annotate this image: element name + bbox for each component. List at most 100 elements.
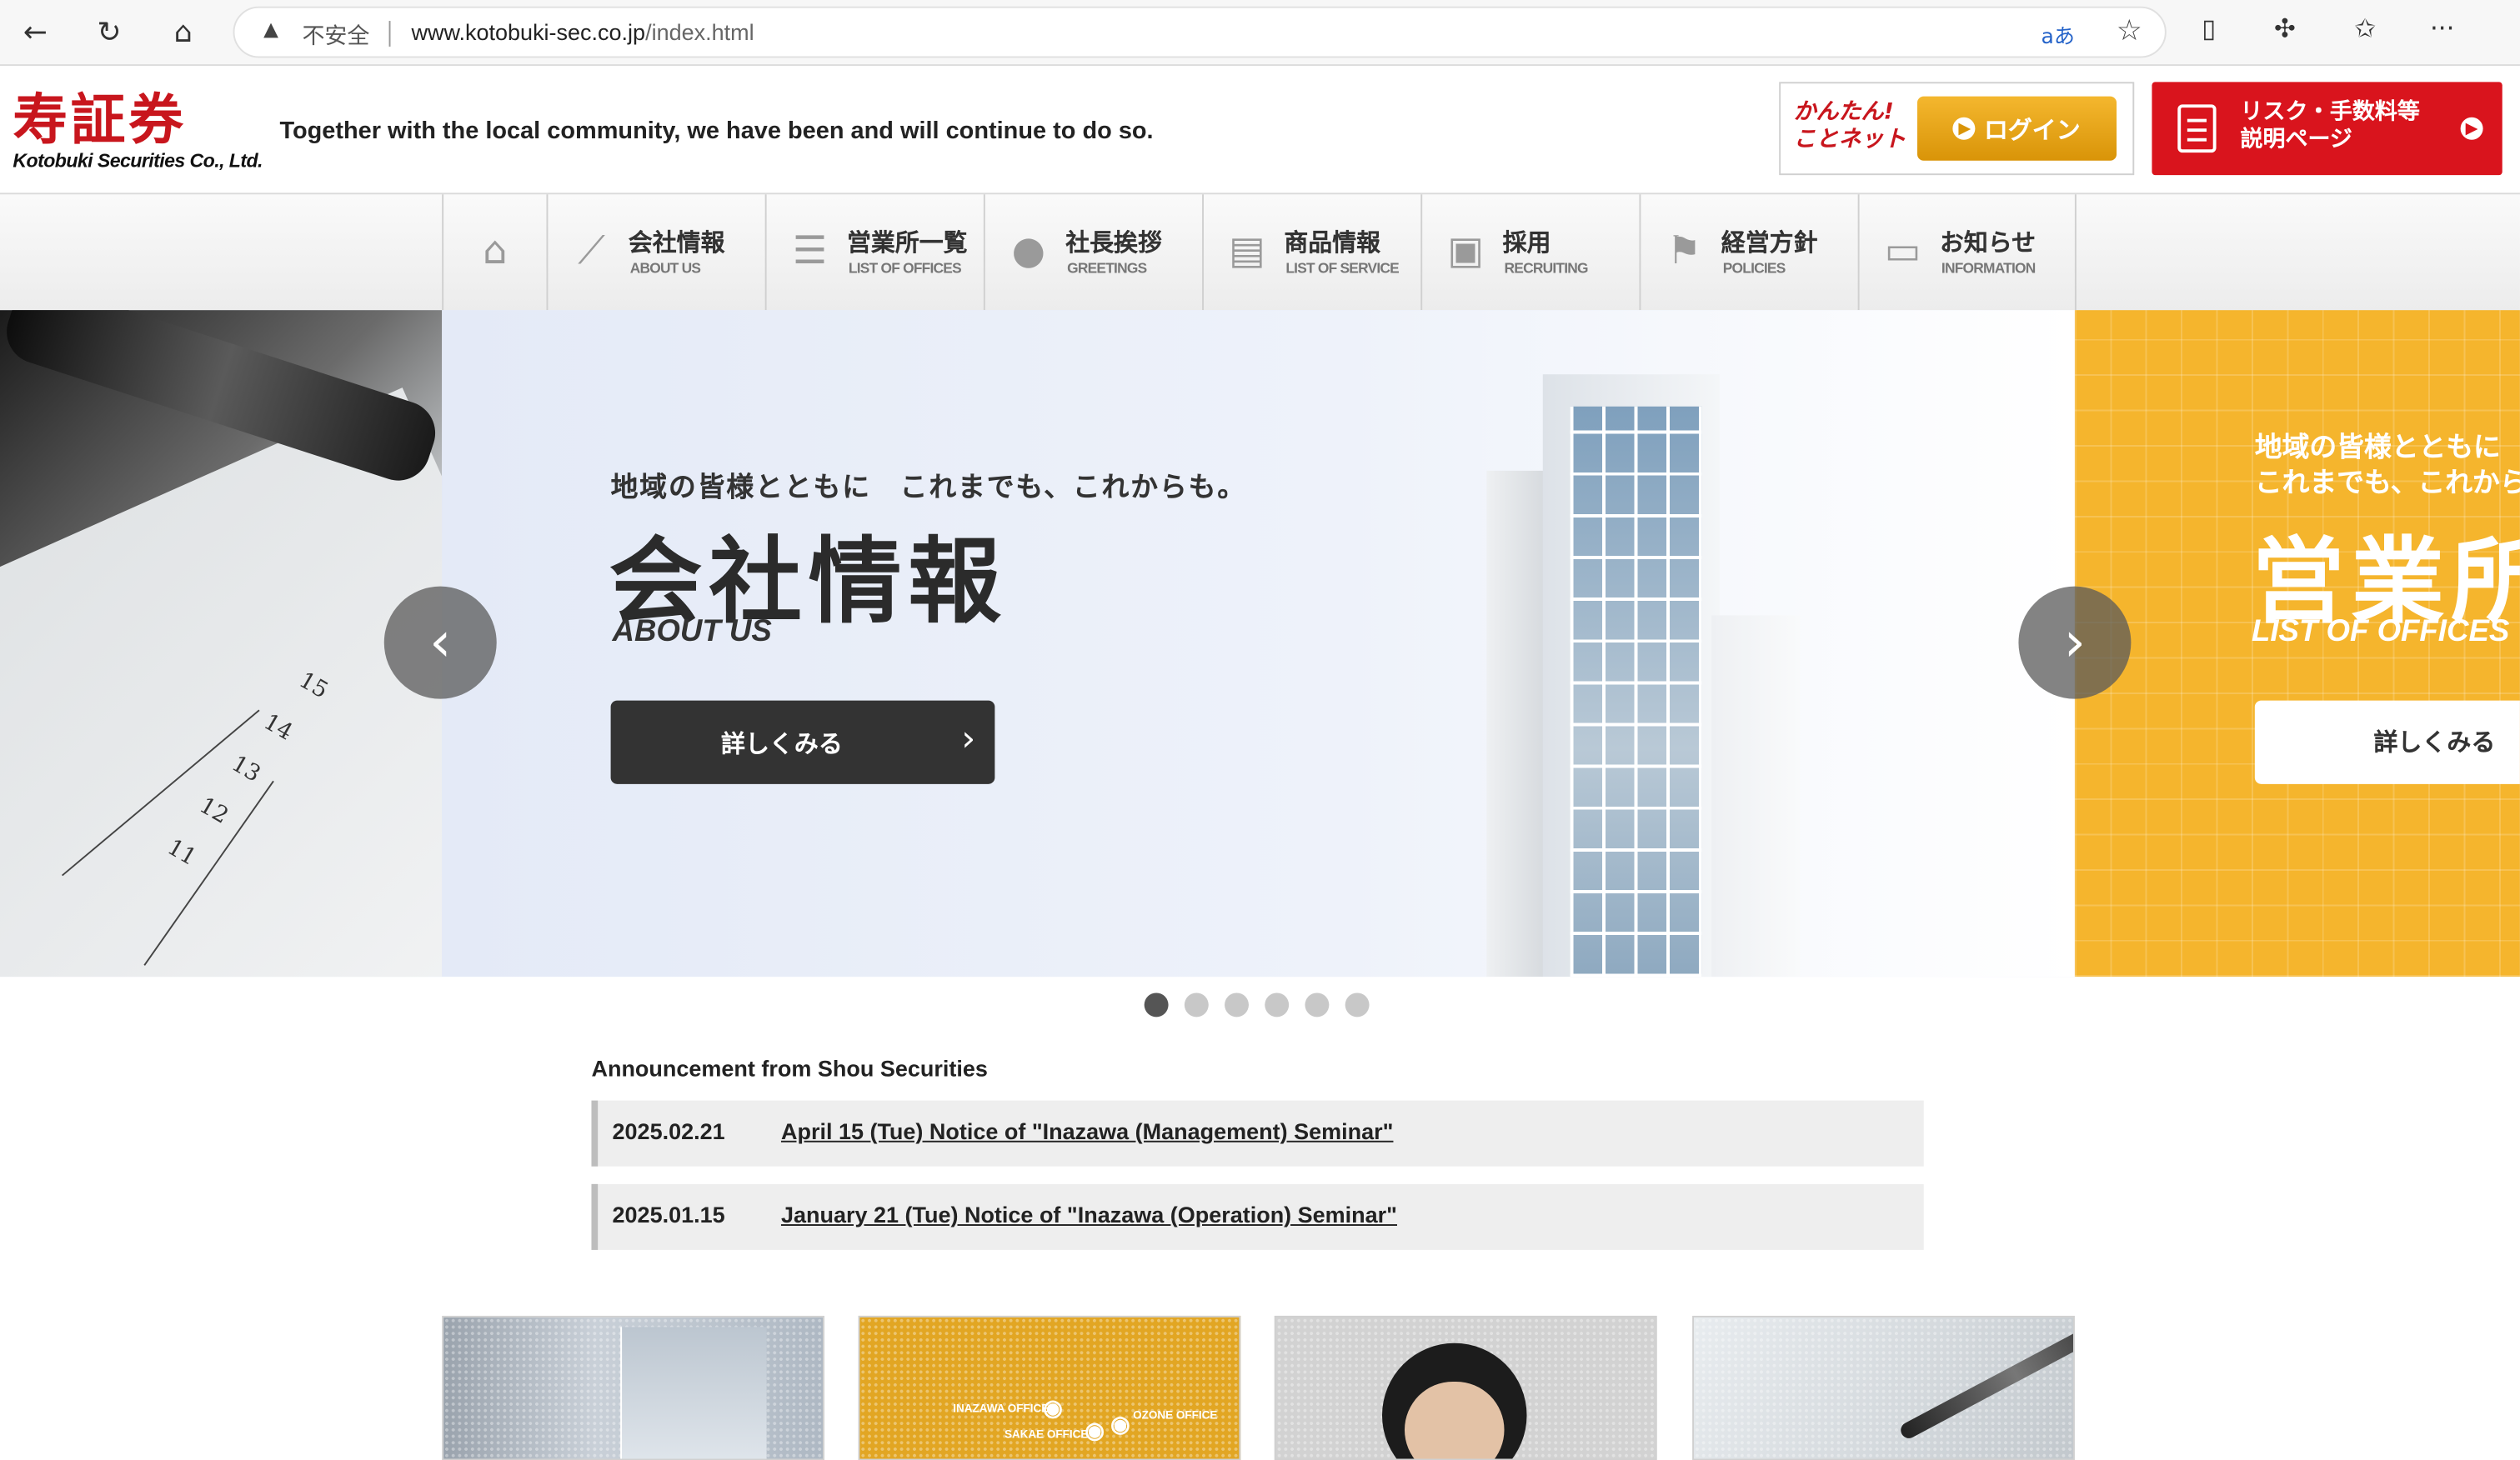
pen-image [0,310,443,489]
risk-fee-button[interactable]: リスク・手数料等 説明ページ ▶ [2152,82,2502,176]
slide-list-of-offices: 地域の皆様とともに これまでも、これから 営業所 LIST OF OFFICES… [2074,310,2520,978]
logo-english: Kotobuki Securities Co., Ltd. [13,149,263,172]
chevron-right-icon: › [2063,610,2087,675]
nav-about-us[interactable]: ⟋ 会社情報 ABOUT US [546,194,764,312]
announcement-date: 2025.02.21 [612,1118,725,1144]
browser-toolbar: ← ↻ ⌂ ▲ 不安全 www.kotobuki-sec.co.jp/index… [0,0,2520,67]
nav-home[interactable]: ⌂ [442,194,546,312]
announcement-row: 2025.02.21 April 15 (Tue) Notice of "Ina… [591,1100,1924,1167]
slide-more-button[interactable]: 詳しくみる [2254,700,2520,784]
security-status: 不安全 [302,23,370,50]
reload-icon[interactable]: ↻ [87,10,132,55]
risk-fee-label: リスク・手数料等 説明ページ [2240,100,2419,155]
nav-sublabel: LIST OF OFFICES [848,260,962,277]
warning-icon: ▲ [263,18,278,41]
carousel-dot[interactable] [1345,992,1370,1018]
announcement-link[interactable]: April 15 (Tue) Notice of "Inazawa (Manag… [781,1118,1393,1144]
slide-about-us: 地域の皆様とともに これまでも、これからも。 会社情報 ABOUT US 詳しく… [442,310,2075,978]
card-greetings[interactable] [1274,1315,1657,1460]
map-pin-icon: ◉ [1110,1410,1130,1437]
chart-paper-image [0,388,443,978]
card-overlay [1694,1317,2073,1459]
nav-label: 社長挨拶 [1065,228,1162,258]
favorite-star-icon[interactable]: ☆ [2117,14,2142,48]
address-separator [388,21,391,47]
site-header: 寿証券 Kotobuki Securities Co., Ltd. Togeth… [0,66,2520,193]
card-list-of-service[interactable] [1692,1315,2075,1460]
kantan-kotonet-box: かんたん! ことネット ▶ ログイン [1779,82,2135,176]
arrow-circle-icon: ▶ [2460,117,2483,140]
risk-line2: 説明ページ [2240,127,2352,153]
list-icon: ☰ [792,228,828,273]
nav-label: 経営方針 [1721,228,1818,258]
extensions-icon[interactable]: ✣ [2274,12,2296,43]
address-bar[interactable]: ▲ 不安全 www.kotobuki-sec.co.jp/index.html … [233,6,2167,58]
fresh-badge-icon: ▣ [1447,228,1485,273]
map-pin-icon: ◉ [1043,1394,1063,1421]
login-button[interactable]: ▶ ログイン [1916,96,2117,161]
slide-subtitle: ABOUT US [612,615,772,649]
office-label: SAKAE OFFICE [1004,1429,1089,1442]
carousel-dot[interactable] [1265,992,1290,1018]
nav-list-of-offices[interactable]: ☰ 営業所一覧 LIST OF OFFICES [764,194,984,312]
tagline: Together with the local community, we ha… [279,117,1154,145]
carousel-next-button[interactable]: › [2018,586,2132,699]
nav-sublabel: INFORMATION [1941,260,2036,277]
building-image [620,1327,767,1459]
nav-sublabel: POLICIES [1722,260,1786,277]
carousel-prev-button[interactable]: ‹ [383,586,497,699]
kantan-label-line2: ことネット [1793,127,1906,153]
read-aloud-icon[interactable]: aあ [2041,19,2074,50]
nav-information[interactable]: ▭ お知らせ INFORMATION [1857,194,2077,312]
slide-previous: 15 14 13 12 11 [0,310,443,978]
chevron-left-icon: ‹ [429,610,452,675]
home-icon[interactable]: ⌂ [161,10,206,55]
building-side [1486,470,1551,978]
map-pin-icon: ◉ [1085,1417,1105,1443]
building-annex [1711,615,1801,978]
document-icon: ▤ [1229,228,1265,273]
chevron-right-icon: › [961,719,976,760]
nav-policies[interactable]: ⚑ 経営方針 POLICIES [1639,194,1857,312]
chart-trend-icon: ⟋ [578,228,605,273]
back-arrow-icon[interactable]: ← [13,10,58,55]
announcements-title: Announcement from Shou Securities [591,1055,988,1082]
nav-greetings[interactable]: ● 社長挨拶 GREETINGS [983,194,1202,312]
slide-kicker: 地域の皆様とともに これまでも、これから [2255,431,2520,502]
building-glass [1570,406,1702,978]
carousel-dot[interactable] [1144,992,1169,1018]
kicker-line1: 地域の皆様とともに [2254,432,2501,465]
collections-icon[interactable]: ▯ [2202,12,2216,43]
building-image [1455,374,1824,978]
slide-more-button[interactable]: 詳しくみる › [610,700,995,784]
kantan-label-line1: かんたん! [1793,99,1894,126]
office-label: OZONE OFFICE [1133,1410,1218,1422]
kantan-label: かんたん! ことネット [1794,100,1906,155]
home-icon: ⌂ [483,228,508,273]
url-path: /index.html [645,19,754,45]
nav-recruiting[interactable]: ▣ 採用 RECRUITING [1420,194,1639,312]
nav-label: お知らせ [1939,228,2037,258]
nav-label: 採用 [1502,228,1551,258]
url-host: www.kotobuki-sec.co.jp [411,19,646,45]
nav-label: 営業所一覧 [847,228,968,258]
nav-label: 商品情報 [1284,228,1381,258]
card-about-us[interactable] [442,1315,825,1460]
announcement-date: 2025.01.15 [612,1202,725,1228]
more-menu-icon[interactable]: ··· [2430,12,2454,43]
carousel-dot[interactable] [1305,992,1330,1018]
url-text[interactable]: www.kotobuki-sec.co.jp/index.html [412,19,754,45]
card-list-of-offices[interactable]: INAZAWA OFFICE OZONE OFFICE SAKAE OFFICE… [858,1315,1241,1460]
nav-list-of-service[interactable]: ▤ 商品情報 LIST OF SERVICE [1202,194,1420,312]
logo[interactable]: 寿証券 [13,76,186,154]
announcement-row: 2025.01.15 January 21 (Tue) Notice of "I… [591,1183,1924,1250]
favorites-icon[interactable]: ✩ [2354,12,2376,43]
document-icon [2177,104,2217,153]
login-label: ログイン [1983,114,2081,144]
announcement-link[interactable]: January 21 (Tue) Notice of "Inazawa (Ope… [781,1202,1397,1228]
nav-sublabel: RECRUITING [1504,260,1589,277]
nav-label: 会社情報 [628,228,725,258]
carousel-dot[interactable] [1184,992,1209,1018]
carousel-dot[interactable] [1225,992,1249,1018]
hero-carousel: 15 14 13 12 11 地域の皆様とともに これまでも、これからも。 会社… [0,310,2520,978]
